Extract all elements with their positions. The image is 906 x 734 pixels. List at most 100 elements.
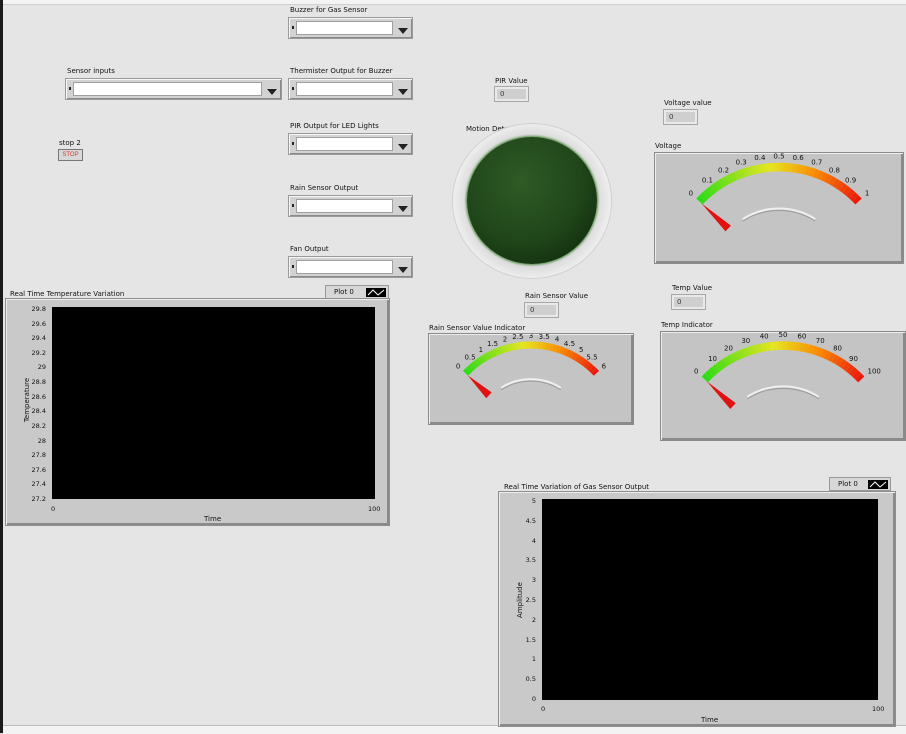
gauge-tick-label: 80 <box>833 345 842 353</box>
gas-plot-legend[interactable]: Plot 0 <box>829 477 891 491</box>
gauge-tick-label: 0.1 <box>702 177 713 185</box>
thermister-buzzer-ring[interactable] <box>288 78 413 100</box>
thermister-buzzer-field[interactable] <box>296 82 393 96</box>
gauge-scale-segment <box>499 350 502 351</box>
gauge-tick-label: 1 <box>479 346 483 354</box>
stop-button[interactable]: STOP <box>58 149 83 161</box>
chevron-down-icon[interactable] <box>395 82 410 96</box>
plot-style-icon[interactable] <box>868 480 888 489</box>
ring-increment-icon[interactable] <box>292 265 294 268</box>
plot-style-icon[interactable] <box>366 288 386 297</box>
gauge-scale-segment <box>753 169 757 170</box>
gauge-hub-shadow <box>743 211 816 222</box>
x-tick: 0 <box>541 705 545 713</box>
gauge-tick-label: 3.5 <box>539 334 550 341</box>
y-tick: 27.2 <box>14 495 46 503</box>
gauge-scale-segment <box>549 347 553 348</box>
gauge-scale-segment <box>792 168 796 169</box>
chevron-down-icon[interactable] <box>395 137 410 151</box>
gauge-tick-label: 0.2 <box>718 166 729 174</box>
pir-led-label: PIR Output for LED Lights <box>290 122 379 131</box>
gauge-scale-segment <box>699 198 702 201</box>
gauge-scale-segment <box>567 352 570 354</box>
chevron-down-icon[interactable] <box>264 82 279 96</box>
gas-plot-area[interactable] <box>542 499 878 700</box>
pir-value-label: PIR Value <box>495 77 528 86</box>
y-tick: 0.5 <box>504 675 536 683</box>
gauge-scale-segment <box>744 172 748 173</box>
buzzer-gas-ring[interactable] <box>288 17 413 39</box>
motion-detector-led[interactable] <box>467 137 597 264</box>
gauge-hub-arc <box>501 379 561 388</box>
gauge-needle[interactable] <box>707 382 736 409</box>
sensor-inputs-label: Sensor inputs <box>67 67 115 76</box>
gauge-scale-segment <box>845 190 848 193</box>
pir-led-field[interactable] <box>296 137 393 151</box>
gauge-scale-segment <box>570 354 573 356</box>
window-top-edge <box>3 0 906 5</box>
ring-increment-icon[interactable] <box>292 87 294 90</box>
temp-gauge[interactable]: 0102030405060708090100 <box>660 331 906 441</box>
gauge-tick-label: 40 <box>760 333 769 341</box>
ring-increment-icon[interactable] <box>69 87 71 90</box>
gauge-scale-segment <box>560 350 563 351</box>
ring-increment-icon[interactable] <box>292 26 294 29</box>
gauge-scale-segment <box>716 184 720 186</box>
rain-output-ring[interactable] <box>288 195 413 217</box>
gauge-scale-segment <box>809 349 813 350</box>
temperature-plot-area[interactable] <box>52 307 375 499</box>
gauge-scale-segment <box>841 363 845 365</box>
gauge-scale-segment <box>489 354 492 356</box>
gauge-tick-label: 2 <box>503 335 507 343</box>
gauge-scale-segment <box>826 354 830 356</box>
gauge-tick-label: 60 <box>797 333 806 341</box>
gauge-needle[interactable] <box>468 375 492 398</box>
gauge-tick-label: 3 <box>529 334 533 340</box>
ring-increment-icon[interactable] <box>292 204 294 207</box>
gauge-scale-segment <box>553 348 557 349</box>
chevron-down-icon[interactable] <box>395 260 410 274</box>
gauge-scale-segment <box>705 376 708 379</box>
rain-output-field[interactable] <box>296 199 393 213</box>
gauge-tick-label: 90 <box>849 355 858 363</box>
gauge-scale-segment <box>732 176 736 178</box>
rain-gauge[interactable]: 00.511.522.533.544.555.56 <box>428 333 634 425</box>
temp-value-label: Temp Value <box>672 284 712 293</box>
gauge-scale-segment <box>588 366 591 368</box>
gauge-scale-segment <box>796 346 800 347</box>
gauge-tick-label: 4 <box>555 335 560 343</box>
gauge-tick-label: 0.5 <box>773 153 784 160</box>
gauge-needle[interactable] <box>702 204 731 232</box>
gauge-scale-segment <box>468 368 471 371</box>
voltage-gauge-label: Voltage <box>655 142 681 151</box>
y-tick: 4.5 <box>504 517 536 525</box>
gauge-scale-segment <box>556 349 559 350</box>
buzzer-gas-field[interactable] <box>296 21 393 35</box>
pir-led-ring[interactable] <box>288 133 413 155</box>
gauge-scale-segment <box>810 172 814 173</box>
ring-increment-icon[interactable] <box>292 142 294 145</box>
chevron-down-icon[interactable] <box>395 199 410 213</box>
gauge-scale-segment <box>714 368 717 371</box>
stop-label: stop 2 <box>59 139 81 148</box>
y-tick: 3.5 <box>504 556 536 564</box>
y-tick: 1.5 <box>504 636 536 644</box>
gauge-tick-label: 0.9 <box>845 177 856 185</box>
chevron-down-icon[interactable] <box>395 21 410 35</box>
fan-output-field[interactable] <box>296 260 393 274</box>
gauge-scale-segment <box>740 173 744 175</box>
gauge-tick-label: 50 <box>779 332 788 339</box>
voltage-gauge[interactable]: 00.10.20.30.40.50.60.70.80.91 <box>654 152 904 264</box>
gauge-scale-segment <box>563 351 566 352</box>
sensor-inputs-ring[interactable] <box>65 78 282 100</box>
fan-output-ring[interactable] <box>288 256 413 278</box>
sensor-inputs-field[interactable] <box>73 82 262 96</box>
gauge-scale-segment <box>495 351 498 352</box>
gauge-tick-label: 4.5 <box>564 340 575 348</box>
gauge-scale-segment <box>580 359 583 361</box>
temperature-plot-legend[interactable]: Plot 0 <box>325 285 389 299</box>
gauge-scale-segment <box>486 356 489 358</box>
gauge-scale-segment <box>761 347 765 348</box>
gauge-scale-segment <box>837 360 841 362</box>
legend-label: Plot 0 <box>838 480 858 488</box>
